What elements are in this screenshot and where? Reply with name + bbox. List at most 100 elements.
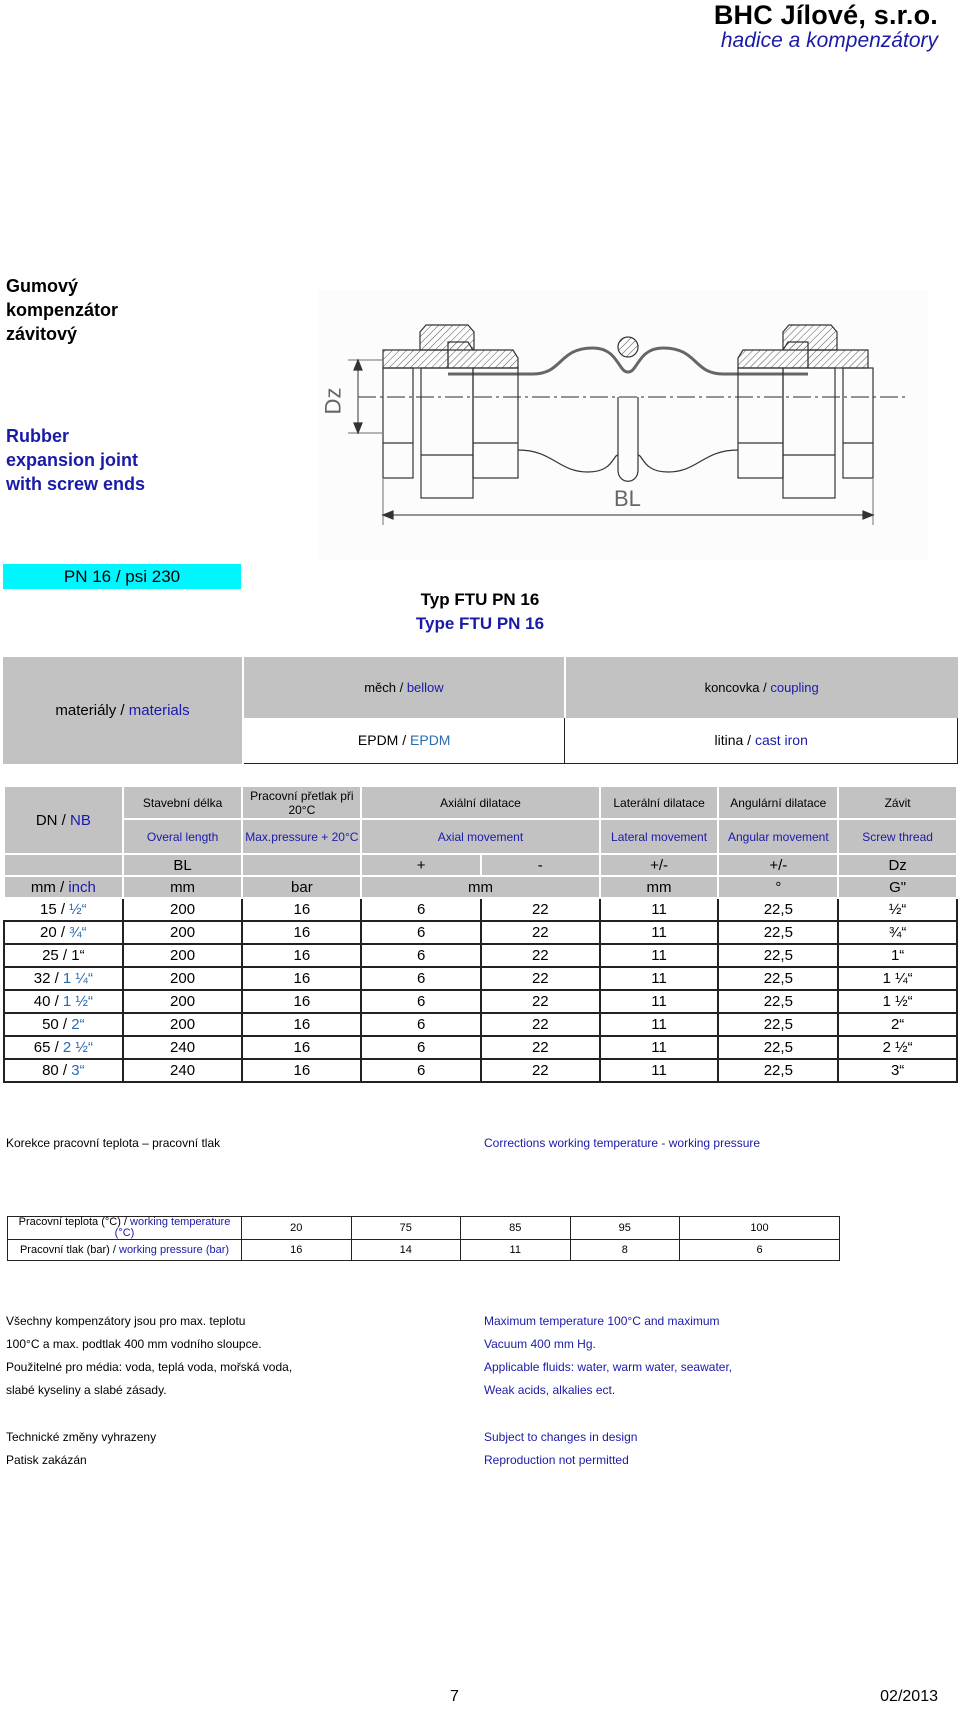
bellow-header-cz: měch / [364, 679, 407, 695]
table-row: 32 / 1 ¼“ 200 16 6 22 11 22,5 1 ¼“ [3, 966, 958, 991]
symbol-cell: + [360, 853, 482, 877]
cell-ang: 22,5 [717, 989, 840, 1014]
cell-ax-minus: 22 [479, 989, 601, 1014]
pressure-value: 16 [241, 1239, 352, 1261]
type-title-en: Type FTU PN 16 [415, 614, 545, 633]
dn-cell: 15 / ½“ [3, 897, 124, 922]
col-header-cz: Stavební délka [121, 785, 244, 820]
dn-value: 25 / 1“ [42, 947, 85, 964]
table-row: 20 / ¾“ 200 16 6 22 11 22,5 ¾“ [3, 920, 958, 945]
cell-lat: 11 [598, 943, 720, 968]
cell-lat: 11 [598, 897, 720, 922]
inch-value: 1 ¼“ [62, 970, 93, 987]
cell-bar: 16 [241, 1058, 363, 1083]
corrections-title-cz: Korekce pracovní teplota – pracovní tlak [6, 1136, 221, 1150]
cell-thread: 2 ½“ [837, 1035, 958, 1060]
cell-ax-plus: 6 [360, 966, 482, 991]
table-row: 50 / 2“ 200 16 6 22 11 22,5 2“ [3, 1012, 958, 1037]
cell-bl: 200 [121, 920, 244, 945]
cell-ax-minus: 22 [479, 1035, 601, 1060]
unit-cell: ° [717, 875, 840, 899]
title-cz-line: závitový [6, 324, 78, 344]
inch-value: 2 ½“ [62, 1039, 93, 1056]
coupling-material-en: cast iron [754, 732, 808, 749]
col-header-en: Axial movement [360, 818, 601, 855]
cell-bar: 16 [241, 920, 363, 945]
col-header-en: Lateral movement [598, 818, 720, 855]
cell-thread: 1 ¼“ [837, 966, 958, 991]
cell-bar: 16 [241, 966, 363, 991]
bellow-header-en: bellow [406, 679, 444, 695]
temperature-label-cz: Pracovní teplota (°C) / [18, 1216, 131, 1228]
inch-value: 1 ½“ [62, 993, 93, 1010]
cell-bl: 200 [121, 989, 244, 1014]
cell-ax-plus: 6 [360, 1035, 482, 1060]
pressure-value: 14 [350, 1239, 461, 1261]
cell-ax-minus: 22 [479, 1058, 601, 1083]
cell-thread: ¾“ [837, 920, 958, 945]
bellow-material: EPDM / EPDM [242, 717, 566, 764]
note-line: Applicable fluids: water, warm water, se… [484, 1360, 733, 1374]
cell-ax-plus: 6 [360, 920, 482, 945]
temperature-value: 20 [241, 1216, 352, 1240]
dn-value: 40 / [33, 993, 63, 1010]
dn-header: DN / NB [3, 785, 124, 855]
col-header-en: Overal length [121, 818, 244, 855]
notes-cz: Všechny kompenzátory jsou pro max. teplo… [6, 1310, 292, 1402]
legal-line: Patisk zakázán [6, 1453, 87, 1467]
title-en-line: Rubber [6, 426, 69, 446]
inch-value: ½“ [69, 901, 87, 918]
unit-cell: mm [598, 875, 720, 899]
product-title-cz: Gumový kompenzátor závitový [6, 274, 118, 346]
cell-ang: 22,5 [717, 897, 840, 922]
cell-bar: 16 [241, 897, 363, 922]
title-en-line: with screw ends [6, 474, 146, 494]
bellow-header: měch / bellow [243, 657, 566, 718]
bl-label: BL [614, 486, 641, 511]
cell-ang: 22,5 [717, 1058, 840, 1083]
symbol-cell: +/- [717, 853, 840, 877]
cell-lat: 11 [598, 989, 720, 1014]
cell-ax-plus: 6 [360, 943, 482, 968]
title-cz-line: Gumový [6, 276, 79, 296]
col-header-cz: Závit [837, 785, 958, 820]
inch-value: ¾“ [69, 924, 87, 941]
company-header: BHC Jílové, s.r.o. hadice a kompenzátory [714, 0, 938, 52]
cell-lat: 11 [598, 966, 720, 991]
cell-ax-plus: 6 [360, 989, 482, 1014]
company-tagline: hadice a kompenzátory [720, 29, 938, 52]
symbol-cell: BL [121, 853, 244, 877]
coupling-header-cz: koncovka / [704, 679, 771, 695]
temperature-value: 85 [460, 1216, 571, 1240]
cell-lat: 11 [598, 920, 720, 945]
note-line: slabé kyseliny a slabé zásady. [6, 1383, 167, 1397]
symbol-cell: Dz [837, 853, 958, 877]
pressure-label-cz: Pracovní tlak (bar) / [19, 1243, 119, 1256]
cell-ang: 22,5 [717, 920, 840, 945]
dn-value: 20 / [39, 924, 70, 941]
unit-cell: mm / inch [3, 875, 124, 899]
type-title-cz: Typ FTU PN 16 [420, 590, 540, 609]
col-header-en: Angular movement [717, 818, 840, 855]
coupling-material: litina / cast iron [564, 717, 958, 764]
symbol-cell [3, 853, 124, 877]
cell-bl: 200 [121, 897, 244, 922]
temperature-value: 95 [569, 1216, 680, 1240]
note-line: Vacuum 400 mm Hg. [484, 1337, 596, 1351]
unit-cell: bar [241, 875, 363, 899]
dn-cell: 25 / 1“ [3, 943, 124, 968]
cell-bl: 240 [121, 1035, 244, 1060]
notes-en: Maximum temperature 100°C and maximum Va… [484, 1310, 732, 1402]
unit-en: inch [68, 878, 96, 896]
col-header-en: Screw thread [837, 818, 958, 855]
cell-ax-minus: 22 [479, 897, 601, 922]
cell-bar: 16 [241, 1012, 363, 1037]
note-line: Maximum temperature 100°C and maximum [484, 1314, 720, 1328]
table-row: 40 / 1 ½“ 200 16 6 22 11 22,5 1 ½“ [3, 989, 958, 1014]
cell-ax-plus: 6 [360, 897, 482, 922]
dn-value: 32 / [33, 970, 63, 987]
pressure-label: Pracovní tlak (bar) / working pressure (… [7, 1239, 242, 1261]
cell-lat: 11 [598, 1058, 720, 1083]
dn-cell: 32 / 1 ¼“ [3, 966, 124, 991]
technical-drawing: Dz BL [318, 290, 928, 560]
